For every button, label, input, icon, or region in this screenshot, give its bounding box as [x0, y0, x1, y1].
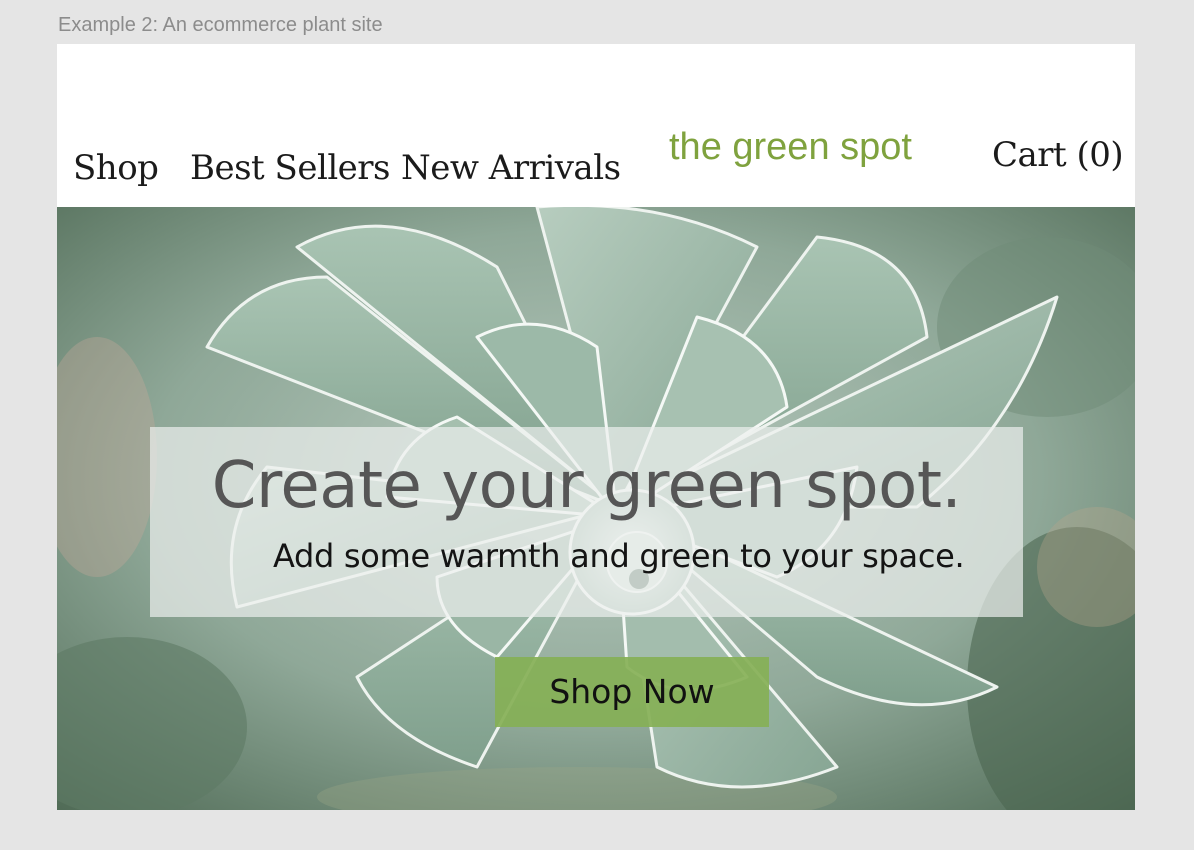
hero-headline: Create your green spot.	[211, 449, 962, 523]
nav-link-new-arrivals[interactable]: New Arrivals	[401, 148, 621, 188]
frame-label: Example 2: An ecommerce plant site	[58, 14, 383, 36]
hero-text-banner: Create your green spot. Add some warmth …	[150, 427, 1023, 617]
website-frame: Shop Best Sellers New Arrivals the green…	[57, 44, 1135, 810]
nav-link-shop[interactable]: Shop	[73, 148, 159, 188]
hero-subheadline: Add some warmth and green to your space.	[273, 537, 965, 575]
brand-logo[interactable]: the green spot	[669, 126, 912, 169]
cart-link[interactable]: Cart (0)	[992, 135, 1124, 175]
top-navigation: Shop Best Sellers New Arrivals the green…	[57, 44, 1135, 207]
nav-link-best-sellers[interactable]: Best Sellers	[190, 148, 391, 188]
hero-section: Create your green spot. Add some warmth …	[57, 207, 1135, 810]
shop-now-button[interactable]: Shop Now	[495, 657, 769, 727]
